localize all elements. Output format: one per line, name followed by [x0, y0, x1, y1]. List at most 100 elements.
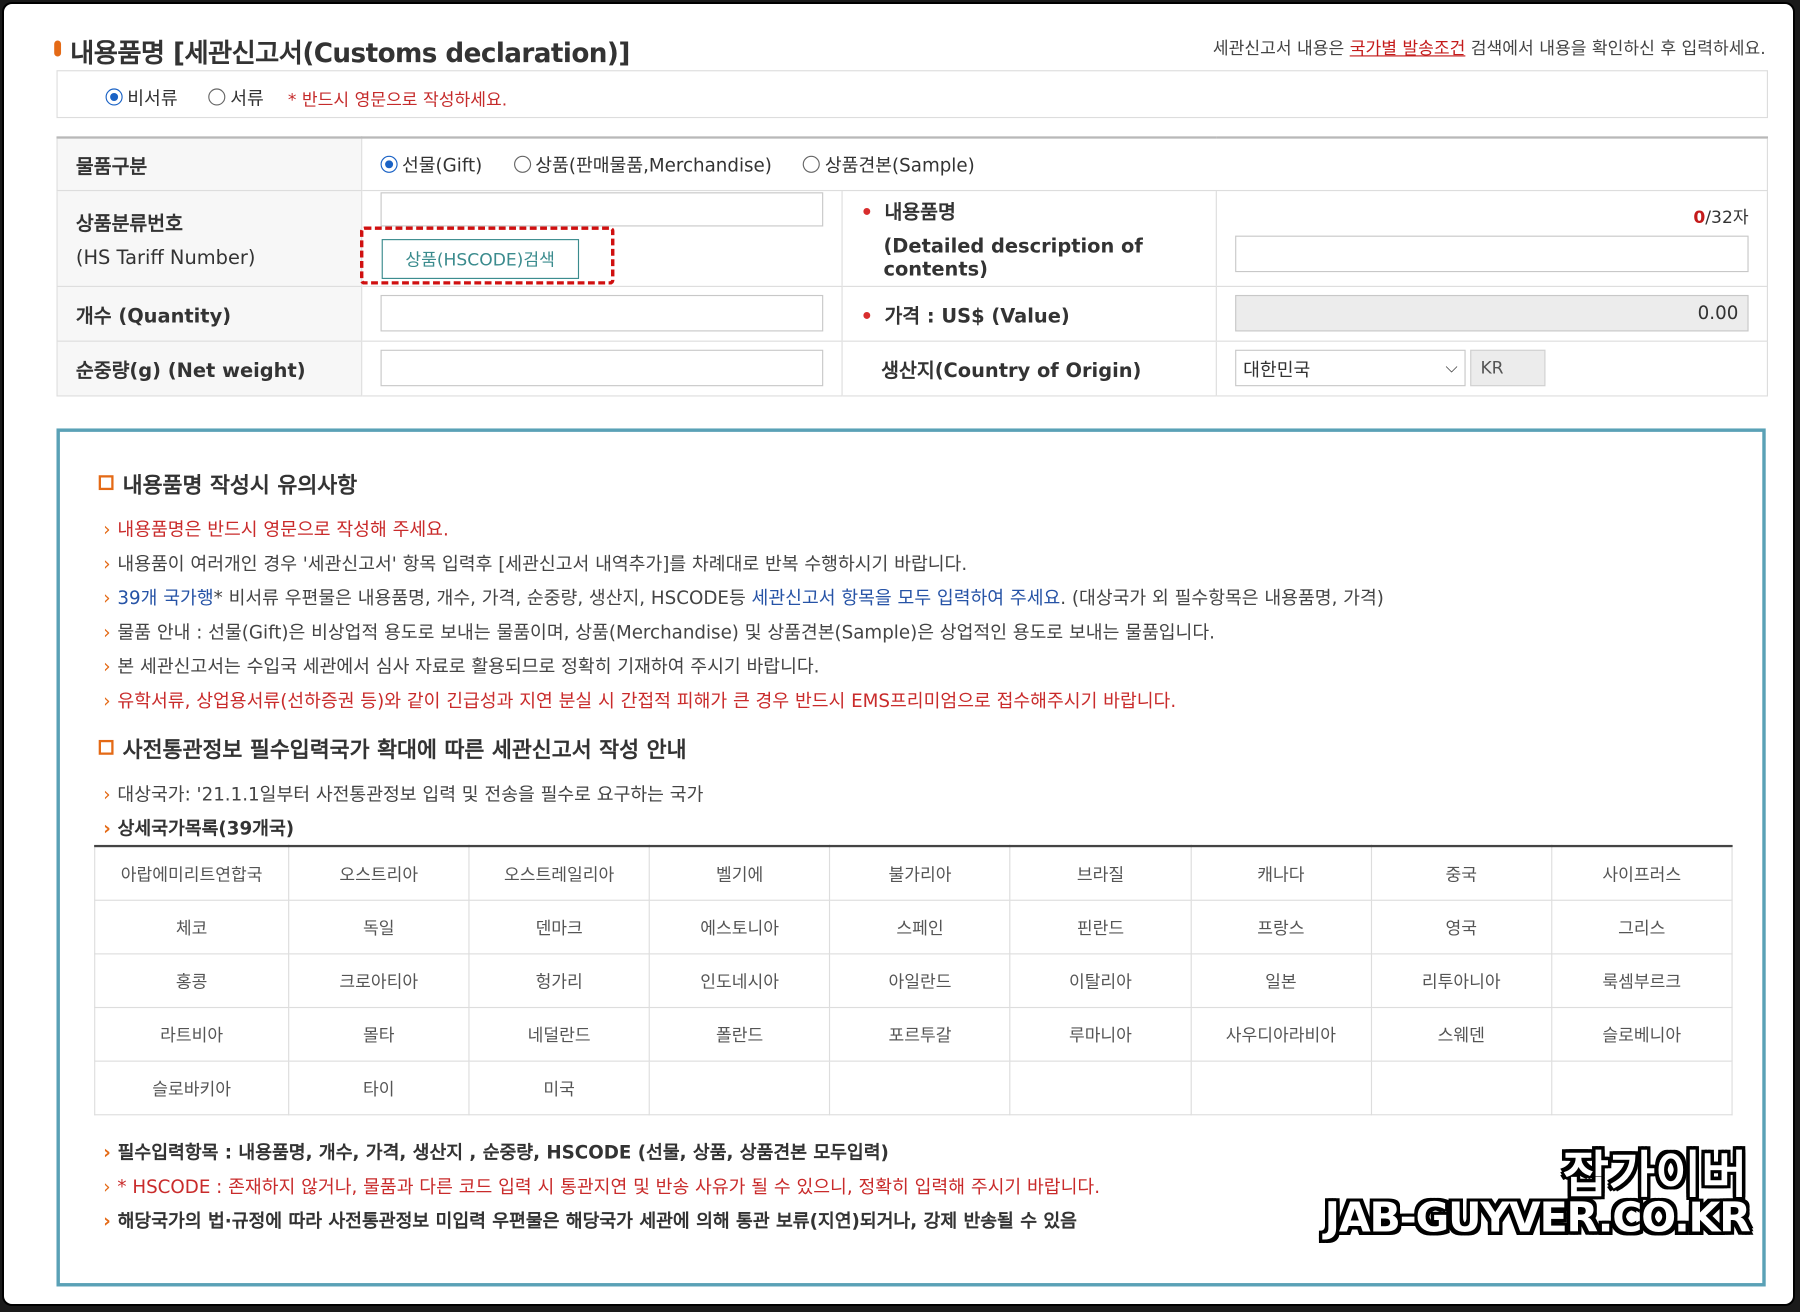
chevron-right-icon: › — [103, 689, 111, 712]
desc-label-en: (Detailed description of contents) — [883, 235, 1143, 281]
origin-select[interactable]: 대한민국 ⌵ — [1235, 349, 1466, 387]
screenshot-frame: 내용품명 [세관신고서(Customs declaration)] 세관신고서 … — [4, 4, 1793, 1304]
country-cell: 몰타 — [287, 1006, 470, 1062]
header-note: 세관신고서 내용은 국가별 발송조건 검색에서 내용을 확인하신 후 입력하세요… — [1212, 38, 1766, 59]
chevron-right-icon: › — [103, 655, 111, 678]
hs-label-cell: 상품분류번호 (HS Tariff Number) — [56, 189, 362, 287]
customs-form: 물품구분 선물(Gift) 상품(판매물품,Merchandise) 상품견본(… — [56, 136, 1768, 396]
radio-checked-icon[interactable] — [380, 155, 398, 173]
country-cell: 이탈리아 — [1009, 953, 1192, 1009]
notice-title: 내용품명 작성시 유의사항 — [98, 468, 357, 499]
hs-code-input[interactable] — [380, 191, 823, 226]
chevron-right-icon: › — [103, 1141, 111, 1164]
desc-label: 내용품명 — [884, 200, 956, 224]
highlight-box: 상품(HSCODE)검색 — [359, 225, 615, 285]
value-input-cell: 0.00 — [1215, 285, 1768, 342]
country-cell — [829, 1060, 1011, 1116]
country-row: 홍콩 크로아티아 헝가리 인도네시아 아일란드 이탈리아 일본 리투아니아 룩셈부르크 — [94, 953, 1733, 1009]
radio-gift[interactable]: 선물(Gift) — [380, 150, 482, 177]
radio-checked-icon[interactable] — [105, 87, 123, 105]
country-cell — [1190, 1060, 1372, 1116]
value-input[interactable]: 0.00 — [1235, 294, 1749, 332]
value-label: 가격 : US$ (Value) — [884, 304, 1070, 328]
radio-non-document[interactable]: 비서류 — [105, 83, 178, 110]
required-star-icon: • — [860, 304, 874, 328]
desc-label-cell: • 내용품명 (Detailed description of contents) — [841, 189, 1217, 287]
notice-item: › 본 세관신고서는 수입국 세관에서 심사 자료로 활용되므로 정확히 기재하여… — [103, 655, 820, 678]
country-cell: 아일란드 — [829, 953, 1011, 1009]
country-cell: 핀란드 — [1009, 899, 1192, 955]
country-cell: 폴란드 — [648, 1006, 831, 1062]
country-cell: 중국 — [1370, 845, 1553, 901]
country-list-title: › 상세국가목록(39개국) — [103, 817, 295, 840]
country-cell: 에스토니아 — [648, 899, 831, 955]
description-input[interactable] — [1235, 235, 1749, 272]
country-cell: 캐나다 — [1190, 845, 1372, 901]
radio-merchandise[interactable]: 상품(판매물품,Merchandise) — [513, 150, 772, 177]
radio-unchecked-icon[interactable] — [803, 155, 821, 173]
notice-item: › 내용품명은 반드시 영문으로 작성해 주세요. — [103, 518, 449, 541]
origin-label: 생산지(Country of Origin) — [841, 340, 1217, 396]
chevron-down-icon: ⌵ — [1445, 358, 1458, 378]
weight-input-cell — [360, 340, 842, 396]
country-cell: 그리스 — [1550, 899, 1733, 955]
category-label: 물품구분 — [56, 137, 362, 191]
quantity-input[interactable] — [380, 294, 823, 332]
country-cell: 리투아니아 — [1370, 953, 1553, 1009]
notice-item: › 유학서류, 상업용서류(선하증권 등)와 같이 긴급성과 지연 분실 시 간접… — [103, 689, 1177, 712]
square-bullet-icon — [98, 475, 114, 491]
doc-type-bar: 비서류 서류 * 반드시 영문으로 작성하세요. — [56, 70, 1768, 119]
chevron-right-icon: › — [103, 518, 111, 541]
country-cell: 인도네시아 — [648, 953, 831, 1009]
country-cell — [648, 1060, 831, 1116]
country-cell: 불가리아 — [829, 845, 1011, 901]
country-cell: 독일 — [287, 899, 470, 955]
country-cell: 스페인 — [829, 899, 1011, 955]
hscode-warning: › * HSCODE : 존재하지 않거나, 물품과 다른 코드 입력 시 통관지… — [103, 1175, 1101, 1198]
country-cell: 헝가리 — [468, 953, 650, 1009]
country-table: 아랍에미리트연합국 오스트리아 오스트레일리아 벨기에 불가리아 브라질 캐나다 중국 사이프러… — [94, 844, 1733, 1116]
country-cell — [1550, 1060, 1733, 1116]
country-cell: 라트비아 — [94, 1006, 290, 1062]
country-cell: 네덜란드 — [468, 1006, 650, 1062]
chevron-right-icon: › — [103, 587, 111, 609]
country-cell: 영국 — [1370, 899, 1553, 955]
country-cell: 사이프러스 — [1550, 845, 1733, 901]
country-cell: 덴마크 — [468, 899, 650, 955]
english-only-warning: * 반드시 영문으로 작성하세요. — [287, 89, 508, 110]
law-note: › 해당국가의 법·규정에 따라 사전통관정보 미입력 우편물은 해당국가 세관에… — [103, 1210, 1077, 1232]
radio-unchecked-icon[interactable] — [208, 87, 226, 105]
chevron-right-icon: › — [103, 1175, 111, 1198]
radio-unchecked-icon[interactable] — [513, 155, 531, 173]
country-cell: 미국 — [468, 1060, 650, 1116]
country-cell: 룩셈부르크 — [1550, 953, 1733, 1009]
country-row: 아랍에미리트연합국 오스트리아 오스트레일리아 벨기에 불가리아 브라질 캐나다 중국 사이프러… — [94, 845, 1733, 901]
origin-cell: 대한민국 ⌵ KR — [1215, 340, 1768, 396]
country-cell: 슬로바키아 — [94, 1060, 290, 1116]
notice-item: › 내용품이 여러개인 경우 '세관신고서' 항목 입력후 [세관신고서 내역추가… — [103, 552, 968, 575]
notice-item: › 물품 안내 : 선물(Gift)은 비상업적 용도로 보내는 물품이며, 상품… — [103, 621, 1215, 643]
country-cell: 프랑스 — [1190, 899, 1372, 955]
country-cell: 사우디아라비아 — [1190, 1006, 1372, 1062]
radio-document[interactable]: 서류 — [208, 83, 264, 110]
char-counter: 0/32자 — [1693, 206, 1749, 228]
weight-label: 순중량(g) (Net weight) — [56, 340, 362, 396]
qty-input-cell — [360, 285, 842, 342]
section-marker-icon — [54, 40, 62, 57]
country-conditions-link[interactable]: 국가별 발송조건 — [1350, 38, 1466, 59]
country-cell: 체코 — [94, 899, 290, 955]
country-cell: 크로아티아 — [287, 953, 470, 1009]
target-countries-note: › 대상국가: '21.1.1일부터 사전통관정보 입력 및 전송을 필수로 요구… — [103, 783, 704, 805]
country-row: 라트비아 몰타 네덜란드 폴란드 포르투갈 루마니아 사우디아라비아 스웨덴 슬로베니아 — [94, 1006, 1733, 1062]
country-cell: 아랍에미리트연합국 — [94, 845, 290, 901]
country-cell — [1009, 1060, 1192, 1116]
hscode-search-button[interactable]: 상품(HSCODE)검색 — [381, 238, 579, 279]
net-weight-input[interactable] — [380, 349, 823, 387]
country-cell: 포르투갈 — [829, 1006, 1011, 1062]
hs-label-en: (HS Tariff Number) — [75, 246, 256, 270]
chevron-right-icon: › — [103, 621, 111, 643]
hs-input-cell: 상품(HSCODE)검색 — [359, 189, 842, 287]
radio-sample[interactable]: 상품견본(Sample) — [803, 150, 975, 177]
chevron-right-icon: › — [103, 552, 111, 575]
section-header: 내용품명 [세관신고서(Customs declaration)] 세관신고서 … — [54, 27, 1770, 69]
